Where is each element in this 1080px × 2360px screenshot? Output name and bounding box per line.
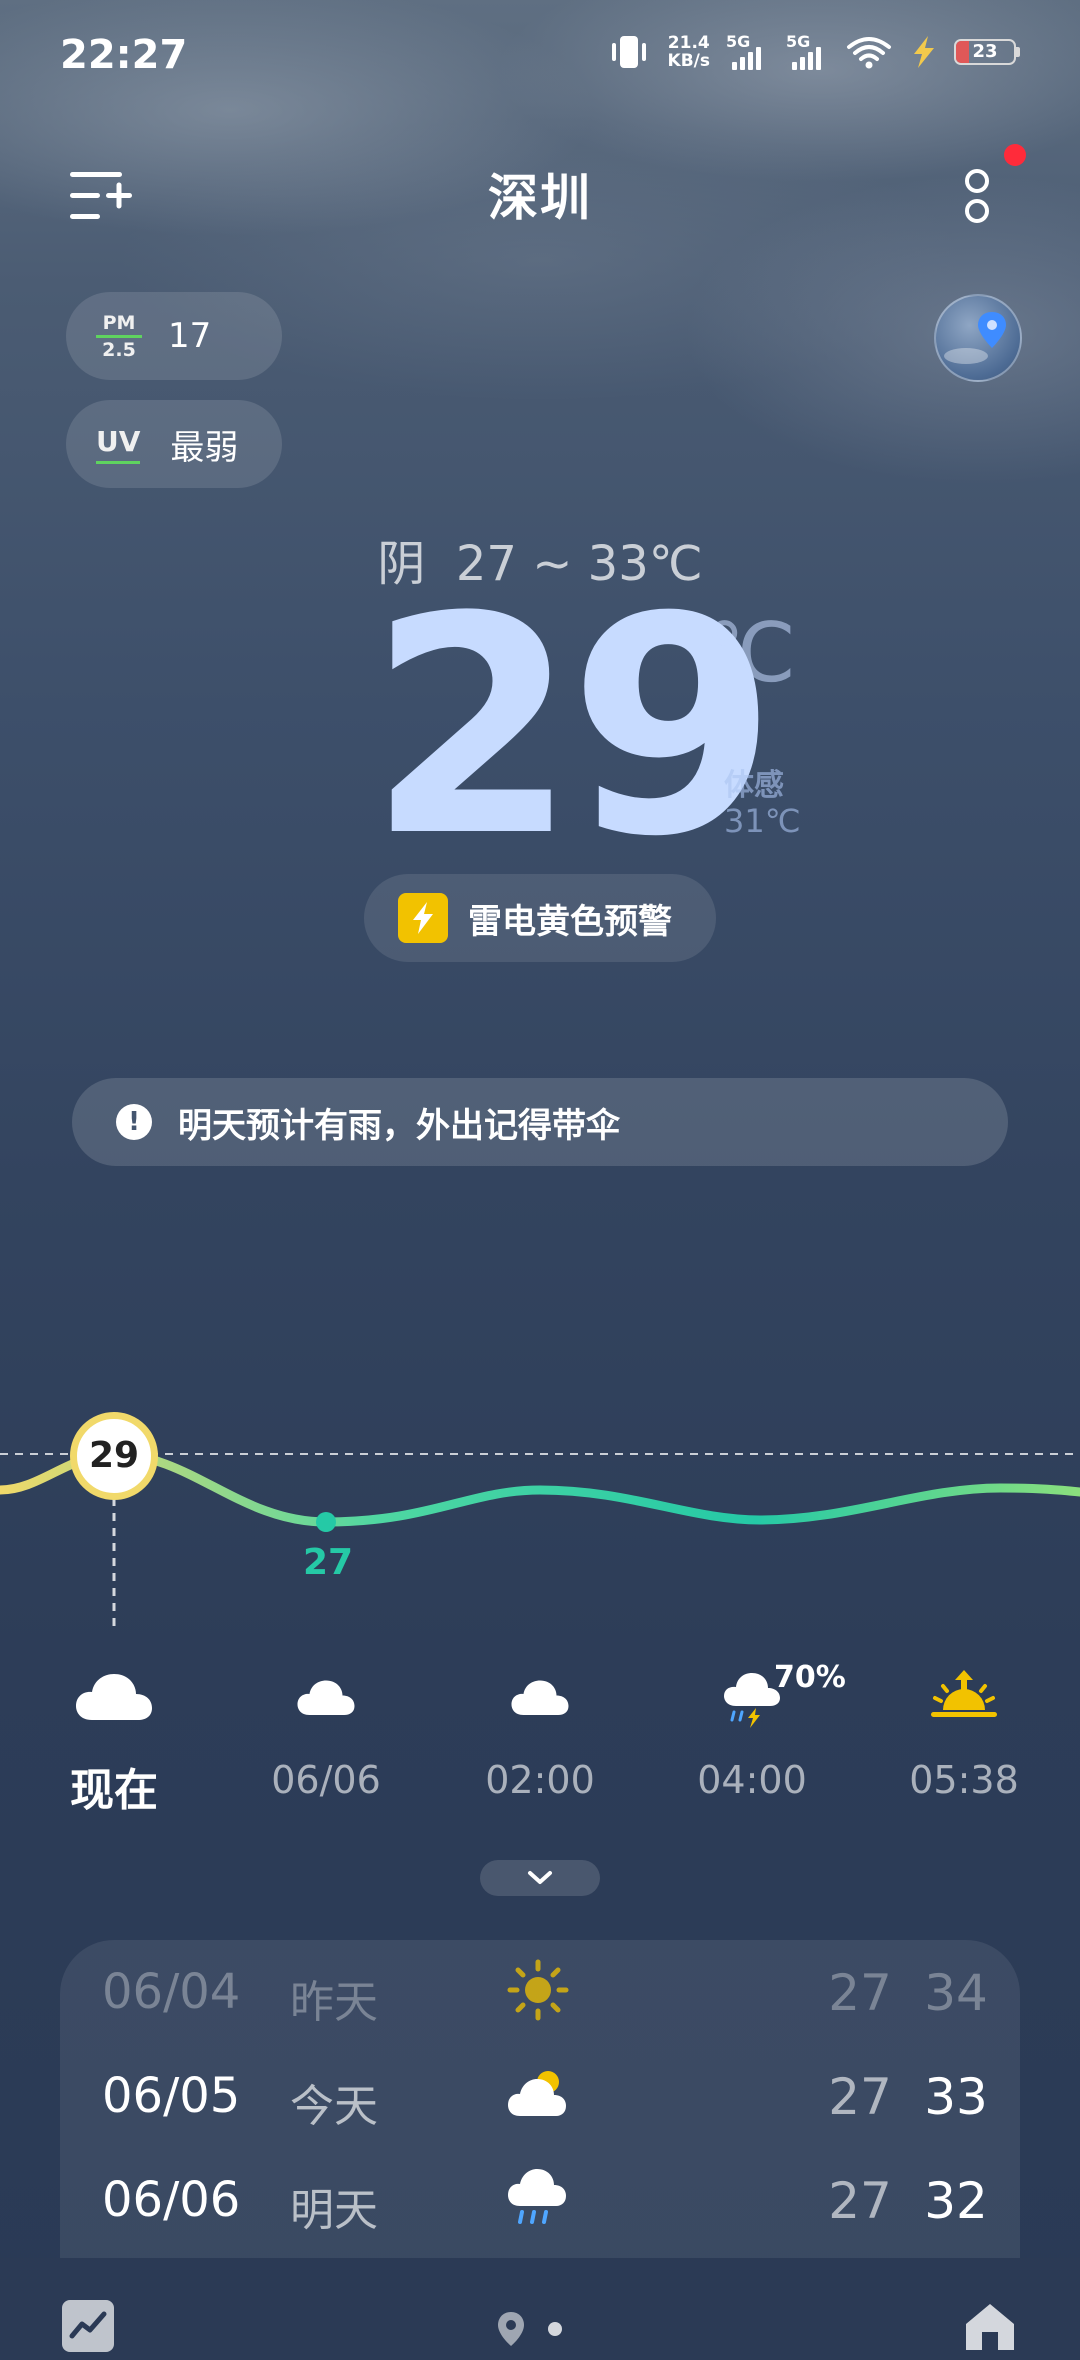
hour-label: 05:38 (909, 1758, 1019, 1802)
uv-icon: UV (96, 424, 141, 464)
rain-icon (508, 2169, 566, 2224)
daily-low: 27 (828, 1964, 892, 2022)
net-speed-unit: KB/s (667, 51, 710, 71)
hour-item[interactable]: 02:00 (450, 1660, 630, 1820)
low-point (316, 1512, 336, 1532)
city-title: 深圳 (488, 169, 592, 227)
tip-text: 明天预计有雨，外出记得带伞 (178, 1105, 620, 1146)
battery-indicator: 23 (954, 39, 1020, 65)
hour-item[interactable]: 06/06 (236, 1660, 416, 1820)
daily-day: 明天 (290, 2185, 378, 2236)
daily-day: 今天 (290, 2081, 378, 2132)
thunder-rain-icon (724, 1673, 780, 1728)
feels-like-value: 31℃ (724, 802, 801, 840)
daily-row[interactable]: 06/04 昨天 27 34 (60, 1940, 1020, 2044)
trend-chart-icon (69, 2311, 107, 2339)
battery-level: 23 (972, 41, 998, 62)
hourly-temperature-chart (0, 1449, 1080, 1628)
weather-tip-banner[interactable]: ! 明天预计有雨，外出记得带伞 (72, 1078, 1008, 1166)
more-options-button[interactable] (962, 165, 992, 229)
signal-sim2: 5G (786, 32, 830, 70)
partly-cloudy-icon (508, 2071, 566, 2116)
pm-label-bottom: 2.5 (102, 338, 136, 361)
pm-label-top: PM (102, 311, 136, 334)
uv-label: UV (96, 424, 141, 458)
daily-date: 06/06 (102, 2172, 241, 2228)
hourly-forecast: 现在 06/06 02:00 70% 04:00 05:38 (0, 1660, 1080, 1820)
bottom-bar (0, 2258, 1080, 2360)
hour-item[interactable]: 05:38 (874, 1660, 1054, 1820)
daily-day: 昨天 (290, 1977, 378, 2028)
page-dot-indicator (548, 2322, 562, 2336)
sunrise-icon (931, 1670, 997, 1717)
precipitation-chance: 70% (774, 1660, 846, 1695)
cloud-icon (511, 1680, 569, 1715)
wifi-icon (847, 37, 891, 69)
pm25-pill[interactable]: PM 2.5 17 (66, 292, 282, 380)
daily-forecast-card[interactable]: 06/04 昨天 27 34 06/05 今天 27 33 06/06 明天 2… (60, 1940, 1020, 2258)
low-temperature-label: 27 (302, 1542, 354, 1583)
daily-high: 34 (924, 1964, 988, 2022)
net-speed: 21.4 KB/s (668, 34, 710, 70)
daily-row[interactable]: 06/06 明天 27 32 (60, 2148, 1020, 2252)
weather-alert-pill[interactable]: 雷电黄色预警 (364, 874, 716, 962)
expand-forecast-button[interactable] (480, 1860, 600, 1896)
status-icons: 21.4 KB/s 5G 5G 23 (606, 32, 1020, 70)
chevron-down-icon (528, 1871, 552, 1884)
daily-date: 06/04 (102, 1964, 241, 2020)
hour-item[interactable]: 现在 (24, 1660, 204, 1820)
net-speed-value: 21.4 (667, 33, 710, 53)
daily-date: 06/05 (102, 2068, 241, 2124)
vibrate-icon (611, 36, 646, 68)
feels-like-label: 体感 (724, 768, 784, 803)
pm25-icon: PM 2.5 (96, 313, 142, 360)
hour-label: 04:00 (697, 1758, 807, 1802)
status-bar: 22:27 21.4 KB/s 5G 5G 23 (0, 0, 1080, 116)
uv-pill[interactable]: UV 最弱 (66, 400, 282, 488)
alert-text: 雷电黄色预警 (468, 901, 672, 942)
temperature-curve (0, 1449, 1080, 1527)
signal-sim1: 5G (726, 32, 770, 70)
hour-label: 02:00 (485, 1758, 595, 1802)
daily-row[interactable]: 06/05 今天 27 33 (60, 2044, 1020, 2148)
now-temperature-badge: 29 (70, 1412, 158, 1500)
sun-icon (507, 1959, 569, 2021)
daily-low: 27 (828, 2068, 892, 2126)
temperature-unit: ℃ (704, 606, 797, 701)
daily-high: 33 (924, 2068, 988, 2126)
hour-label: 现在 (70, 1765, 158, 1816)
home-icon[interactable] (960, 2298, 1020, 2354)
cloud-icon (76, 1674, 152, 1720)
info-icon: ! (116, 1104, 152, 1140)
location-pin-icon (944, 312, 1006, 364)
daily-high: 32 (924, 2172, 988, 2230)
map-button[interactable] (934, 294, 1022, 382)
lightning-alert-icon (398, 893, 448, 943)
uv-value: 最弱 (170, 427, 239, 468)
trend-button[interactable] (62, 2300, 114, 2352)
hour-item[interactable]: 70% 04:00 (662, 1660, 846, 1820)
status-time: 22:27 (60, 32, 188, 78)
hour-label: 06/06 (271, 1758, 381, 1802)
daily-low: 27 (828, 2172, 892, 2230)
location-indicator-icon (498, 2312, 524, 2346)
cloud-icon (297, 1680, 355, 1715)
notification-dot (1004, 144, 1026, 166)
pm25-value: 17 (168, 316, 212, 356)
charging-bolt-icon (914, 36, 934, 68)
